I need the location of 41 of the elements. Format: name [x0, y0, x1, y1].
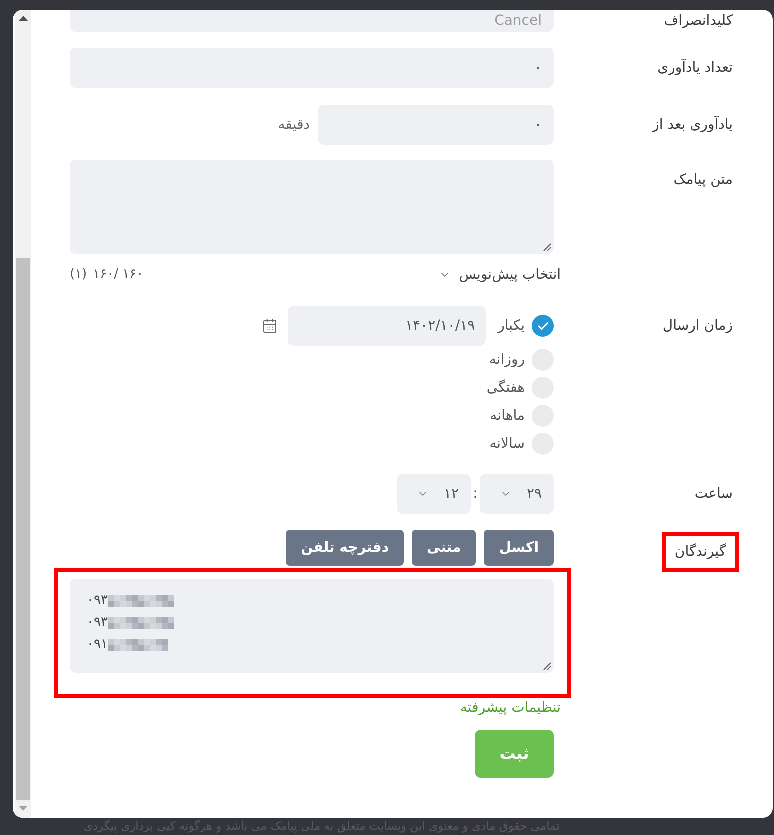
field-label: گیرندگان [674, 543, 726, 561]
import-button[interactable]: دفترچه تلفن [286, 530, 404, 566]
phone-number-text: ۰۹۳ [87, 592, 108, 610]
option-label[interactable]: هفتگی [486, 378, 525, 398]
import-button[interactable]: متنی [412, 530, 476, 566]
resize-handle-icon[interactable] [543, 662, 551, 670]
message-field[interactable] [70, 160, 554, 254]
field-label: زمان ارسال [662, 317, 733, 335]
option-label[interactable]: سالانه [490, 434, 525, 454]
input-field[interactable]: ۰ [318, 105, 554, 145]
field-label: تعداد یادآوری [658, 59, 733, 77]
option-label[interactable]: یکبار [498, 316, 525, 336]
unit-label: دقیقه [278, 116, 310, 134]
sms-count-text: (۱) [70, 266, 88, 284]
calendar-icon[interactable] [262, 318, 278, 334]
input-field[interactable]: ۰ [70, 48, 554, 88]
date-field[interactable]: ۱۴۰۲/۱۰/۱۹ [288, 306, 486, 346]
option-label[interactable]: روزانه [489, 350, 525, 370]
field-label: کلیدانصراف [664, 12, 733, 30]
recipients-field[interactable]: ۰۹۳ ۰۹۳ ۰۹۱ [70, 579, 554, 673]
radio-button[interactable] [532, 315, 554, 337]
advanced-settings-link[interactable]: تنظیمات پیشرفته [460, 700, 561, 716]
check-icon [536, 320, 550, 332]
draft-dropdown[interactable]: انتخاب پیش‌نویس [439, 264, 561, 286]
field-label: متن پیامک [674, 171, 733, 189]
time-separator: : [472, 484, 479, 504]
scrollbar[interactable] [15, 10, 31, 818]
import-button[interactable]: اکسل [484, 530, 554, 566]
scrollbar-thumb[interactable] [16, 258, 30, 800]
time-dropdown[interactable]: ۱۲ [397, 474, 471, 514]
option-label[interactable]: ماهانه [490, 406, 525, 426]
scroll-down-icon[interactable] [18, 806, 28, 811]
scroll-up-icon[interactable] [18, 16, 28, 21]
field-label: یادآوری بعد از [652, 116, 733, 134]
phone-number-text: ۰۹۳ [87, 614, 108, 632]
time-dropdown[interactable]: ۲۹ [480, 474, 554, 514]
resize-handle-icon[interactable] [543, 243, 551, 251]
phone-number-text: ۰۹۱ [87, 636, 108, 654]
character-counter: ۱۶۰/ ۱۶۰ [93, 266, 144, 284]
field-label: ساعت [694, 485, 733, 503]
input-field[interactable]: Cancel [70, 10, 554, 32]
